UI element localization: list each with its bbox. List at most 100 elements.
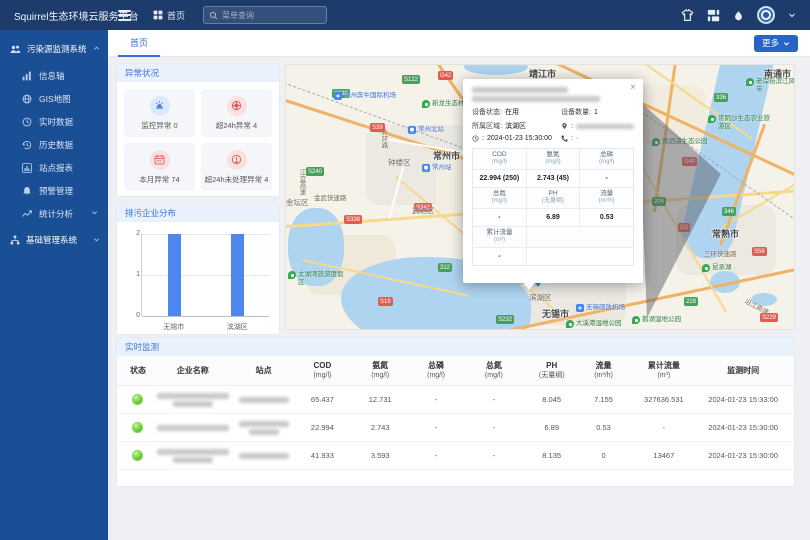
table-row[interactable]: 65.43712.731--8.0457.155327636.5312024-0…: [117, 386, 794, 414]
column-header-label: 流量: [580, 361, 628, 371]
sidebar-item-GIS地图[interactable]: GIS地图: [0, 87, 108, 110]
breadcrumb-home[interactable]: 首页: [153, 9, 185, 22]
enterprise-distribution-panel: 排污企业分布 012无锡市滨湖区: [116, 203, 280, 335]
column-header-unit: (mg/l): [293, 371, 353, 381]
chevron-up-icon: [93, 45, 100, 54]
road-number-badge: S338: [344, 215, 362, 224]
column-header-累计流量: 累计流量(m³): [627, 361, 700, 381]
popup-metrics-value-row: -: [473, 248, 633, 265]
metric-name: 流量: [580, 190, 633, 198]
map-poi-park[interactable]: 常阴沙生态农业旅游区: [708, 115, 770, 130]
sidebar-item-预警管理[interactable]: 预警管理: [0, 179, 108, 202]
history-icon: [22, 140, 32, 150]
poi-label: 常阴沙生态农业旅游区: [718, 115, 770, 130]
layout-icon[interactable]: [707, 9, 720, 22]
popup-metrics-value-row: -6.890.53: [473, 209, 633, 227]
value-cell: 22.994: [293, 423, 353, 432]
park-icon: [708, 115, 716, 123]
station-name-redacted: [235, 421, 293, 435]
chart-xlabel: 无锡市: [163, 322, 184, 332]
value-cell: 2.743: [352, 423, 408, 432]
popup-metrics-value-row: 22.994 (250)2.743 (45)-: [473, 170, 633, 188]
chart-ytick: 1: [128, 271, 140, 278]
sidebar-group-污染源监测系统[interactable]: 污染源监测系统: [0, 34, 108, 64]
map-poi-airport[interactable]: 无锡硕放机场: [576, 304, 646, 312]
map-district-label: 钟楼区: [388, 157, 411, 168]
value-cell: -: [408, 451, 464, 460]
sidebar-item-label: 历史数据: [39, 139, 73, 151]
column-header-label: PH: [524, 361, 580, 371]
metric-unit: (mg/l): [527, 159, 580, 166]
abnormal-card[interactable]: 本月异常 74: [124, 143, 195, 191]
device-status-value: 在用: [505, 107, 519, 117]
metric-name: 总氮: [473, 190, 526, 198]
metric-header-cell: 累计流量(m³): [473, 227, 527, 248]
warning-icon: [231, 154, 242, 165]
map-poi-park[interactable]: 昆承湖: [702, 264, 748, 272]
abnormal-card[interactable]: 超24h未处理异常 4: [201, 143, 272, 191]
sidebar-item-站点报表[interactable]: 站点报表: [0, 156, 108, 179]
map-poi-park[interactable]: 太湖湾旅游度假区: [288, 271, 344, 286]
map-city-label: 无锡市: [542, 307, 569, 320]
chevron-down-icon: [91, 209, 98, 218]
topbar-actions: [681, 6, 810, 24]
chart-gridline: [142, 316, 269, 317]
column-header-label: 氨氮: [352, 361, 408, 371]
sidebar-item-label: 预警管理: [39, 185, 73, 197]
column-header-总氮: 总氮(mg/l): [464, 361, 524, 381]
sidebar-item-label: 统计分析: [39, 208, 73, 220]
clock-icon: [22, 117, 32, 127]
map-poi-airport[interactable]: 常州奔牛国际机场: [334, 92, 414, 100]
hamburger-menu-icon[interactable]: [118, 7, 131, 23]
sidebar-item-实时数据[interactable]: 实时数据: [0, 110, 108, 133]
search-input[interactable]: [222, 11, 321, 20]
sidebar-item-统计分析[interactable]: 统计分析: [0, 202, 108, 225]
metric-unit: (mg/l): [473, 159, 526, 166]
train-station-icon: [408, 126, 416, 134]
map-poi-park[interactable]: 鹅湖湿地公园: [632, 316, 702, 324]
chart-gridline: [142, 275, 269, 276]
address-redacted: [576, 124, 634, 129]
infohub-icon: [22, 71, 32, 81]
theme-shirt-icon[interactable]: [681, 9, 694, 22]
status-indicator-normal: [132, 450, 143, 461]
menu-search-box[interactable]: [203, 6, 327, 24]
card-label: 监控异常 0: [141, 120, 177, 131]
more-button[interactable]: 更多: [754, 35, 798, 52]
column-header-label: 站点: [235, 366, 293, 376]
value-cell: -: [464, 423, 524, 432]
column-header-PH: PH(无量纲): [524, 361, 580, 381]
metric-value-cell: -: [473, 248, 527, 265]
park-icon: [632, 316, 640, 324]
value-cell: 0: [580, 451, 628, 460]
sidebar-group-基础管理系统[interactable]: 基础管理系统: [0, 225, 108, 255]
metric-unit: (mg/l): [473, 198, 526, 205]
flame-icon[interactable]: [733, 9, 744, 22]
value-cell: 6.89: [524, 423, 580, 432]
column-header-label: 总氮: [464, 361, 524, 371]
sidebar-item-历史数据[interactable]: 历史数据: [0, 133, 108, 156]
gis-map[interactable]: 常州市无锡市常熟市南通市靖江市钟楼区武进区滨湖区金坛区金武快速路三环快速路外环路…: [285, 64, 795, 330]
train-station-icon: [422, 164, 430, 172]
tab-home[interactable]: 首页: [118, 30, 160, 57]
close-icon[interactable]: ×: [630, 82, 636, 93]
abnormal-card[interactable]: 监控异常 0: [124, 89, 195, 137]
map-poi-station[interactable]: 常州北站: [408, 126, 468, 134]
park-icon: [702, 264, 710, 272]
metric-value-filler: [527, 248, 633, 265]
app-title: Squirrel生态环境云服务平台: [0, 8, 108, 23]
metric-name: 总磷: [580, 151, 633, 159]
sidebar-item-信息轴[interactable]: 信息轴: [0, 64, 108, 87]
globe-icon: [22, 94, 32, 104]
chart-xlabel: 滨湖区: [227, 322, 248, 332]
map-poi-park[interactable]: 老岸街滨江风光带: [746, 78, 795, 93]
abnormal-card[interactable]: 超24h异常 4: [201, 89, 272, 137]
column-header-unit: (m³): [627, 371, 700, 381]
user-avatar[interactable]: [757, 6, 775, 24]
airport-icon: [576, 304, 584, 312]
table-row[interactable]: 41.9333.593--8.1350134672024-01-23 15:30…: [117, 442, 794, 470]
chevron-down-icon[interactable]: [788, 11, 796, 19]
metric-unit: (mg/l): [580, 159, 633, 166]
metric-name: COD: [473, 151, 526, 159]
table-row[interactable]: 22.9942.743--6.890.53-2024-01-23 15:30:0…: [117, 414, 794, 442]
